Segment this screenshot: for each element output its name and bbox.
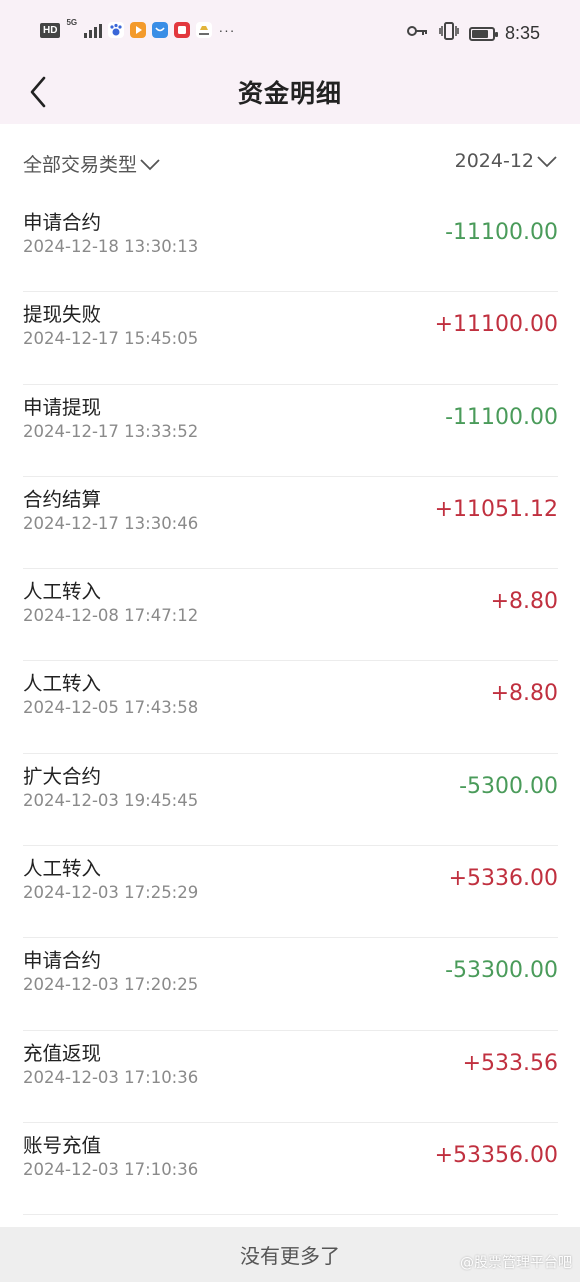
signal-icon: 5G [66, 18, 103, 38]
transaction-amount: +5336.00 [448, 866, 558, 892]
transaction-row[interactable]: 充值返现 2024-12-03 17:10:36 +533.56 [23, 1031, 558, 1123]
transaction-row[interactable]: 人工转入 2024-12-03 17:25:29 +5336.00 [23, 846, 558, 939]
month-label: 2024-12 [454, 150, 534, 172]
transaction-name: 人工转入 [23, 672, 102, 696]
hd-icon: HD [40, 22, 61, 38]
transaction-row[interactable]: 申请合约 2024-12-03 17:20:25 -53300.00 [23, 938, 558, 1031]
video-app-icon [130, 22, 147, 38]
transaction-name: 合约结算 [23, 487, 102, 511]
transaction-row[interactable]: 申请提现 2024-12-17 13:33:52 -11100.00 [23, 385, 558, 477]
transaction-row[interactable]: 扩大合约 2024-12-03 19:45:45 -5300.00 [23, 754, 558, 847]
filter-bar: 全部交易类型 2024-12 [0, 124, 580, 200]
transaction-name: 账号充值 [23, 1133, 102, 1157]
chat-app-icon [152, 22, 169, 38]
transaction-name: 申请合约 [23, 949, 102, 973]
transaction-name: 人工转入 [23, 857, 102, 881]
battery-level [471, 29, 488, 38]
transaction-time: 2024-12-03 17:10:36 [23, 1067, 199, 1087]
status-left: HD 5G ··· [40, 18, 236, 38]
transaction-time: 2024-12-03 17:20:25 [23, 975, 199, 995]
transaction-time: 2024-12-03 17:25:29 [23, 883, 199, 903]
transaction-time: 2024-12-05 17:43:58 [23, 698, 199, 718]
transaction-amount: -53300.00 [445, 958, 558, 984]
network-type-label: 5G [66, 18, 78, 27]
paw-app-icon [108, 22, 125, 38]
chevron-down-icon [537, 156, 557, 168]
page-title: 资金明细 [237, 79, 342, 108]
transaction-name: 申请合约 [23, 211, 102, 234]
transaction-amount: -5300.00 [459, 773, 558, 799]
transaction-amount: +8.80 [490, 681, 558, 707]
footer: 没有更多了 @股票管理平台吧 [0, 1227, 580, 1282]
transaction-row[interactable]: 账号充值 2024-12-03 17:10:36 +53356.00 [23, 1123, 558, 1216]
lamp-app-icon [196, 22, 213, 38]
transaction-row[interactable]: 提现失败 2024-12-17 15:45:05 +11100.00 [23, 292, 558, 385]
vibrate-icon [439, 22, 459, 45]
transaction-row[interactable]: 人工转入 2024-12-08 17:47:12 +8.80 [23, 569, 558, 662]
transaction-time: 2024-12-17 15:45:05 [23, 329, 199, 349]
month-filter[interactable]: 2024-12 [455, 150, 558, 172]
clock-time: 8:35 [504, 23, 540, 43]
transaction-amount: +11100.00 [434, 312, 558, 338]
key-icon [406, 24, 429, 43]
transaction-amount: -11100.00 [445, 220, 558, 245]
transaction-time: 2024-12-17 13:33:52 [23, 421, 199, 441]
no-more-text: 没有更多了 [240, 1244, 340, 1268]
transaction-time: 2024-12-18 13:30:13 [23, 237, 199, 256]
red-app-icon [174, 22, 191, 38]
battery-icon [468, 26, 498, 41]
transaction-time: 2024-12-03 17:10:36 [23, 1159, 199, 1179]
watermark: @股票管理平台吧 [460, 1255, 572, 1271]
transaction-type-filter[interactable]: 全部交易类型 [23, 150, 161, 177]
chevron-down-icon [140, 158, 160, 170]
transaction-time: 2024-12-17 13:30:46 [23, 513, 199, 533]
more-dots-icon: ··· [218, 22, 236, 38]
transaction-amount: +533.56 [462, 1050, 558, 1076]
status-bar: HD 5G ··· 8:35 [0, 0, 580, 66]
status-right: 8:35 [406, 22, 540, 45]
transaction-row[interactable]: 人工转入 2024-12-05 17:43:58 +8.80 [23, 661, 558, 754]
transaction-amount: +8.80 [490, 589, 558, 615]
transaction-name: 申请提现 [23, 395, 102, 419]
transaction-time: 2024-12-08 17:47:12 [23, 606, 199, 626]
transaction-amount: +53356.00 [434, 1142, 558, 1168]
transaction-name: 充值返现 [23, 1041, 102, 1065]
transaction-name: 提现失败 [23, 303, 102, 327]
transaction-amount: -11100.00 [445, 404, 558, 430]
transaction-row[interactable]: 合约结算 2024-12-17 13:30:46 +11051.12 [23, 477, 558, 570]
transaction-name: 人工转入 [23, 580, 102, 604]
nav-bar: 资金明细 [0, 66, 580, 124]
transaction-amount: +11051.12 [434, 496, 558, 522]
transaction-type-label: 全部交易类型 [23, 154, 138, 176]
transaction-time: 2024-12-03 19:45:45 [23, 790, 199, 810]
transaction-row[interactable]: 申请合约 2024-12-18 13:30:13 -11100.00 [23, 200, 558, 293]
transaction-list: 申请合约 2024-12-18 13:30:13 -11100.00 提现失败 2024… [0, 200, 580, 1216]
transaction-name: 扩大合约 [23, 764, 102, 788]
